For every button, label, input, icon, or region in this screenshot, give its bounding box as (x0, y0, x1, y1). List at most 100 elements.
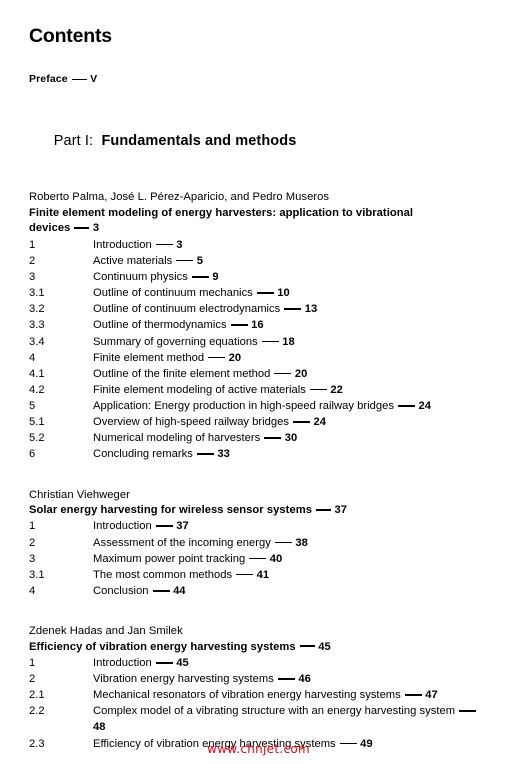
toc-entry-number: 5.1 (29, 416, 45, 429)
toc-entry[interactable]: 2 Assessment of the incoming energy 38 (29, 535, 488, 551)
toc-entry[interactable]: 5.1 Overview of high-speed railway bridge… (29, 414, 488, 430)
separator-dash-icon (274, 372, 292, 375)
toc-entry-page-number: 48 (93, 721, 106, 734)
separator-dash-icon (196, 453, 214, 455)
toc-entry[interactable]: 1 Introduction 3 (29, 237, 488, 253)
toc-entry[interactable]: 1 Introduction 45 (29, 655, 488, 671)
chapter-block: Zdenek Hadas and Jan Smilek Efficiency of… (29, 624, 488, 752)
toc-entry-number: 3 (29, 552, 36, 565)
toc-entry-title: Finite element method 20 (93, 350, 488, 366)
separator-dash-icon (284, 308, 302, 310)
page-title: Contents (29, 25, 112, 47)
toc-entry-number: 2 (29, 536, 36, 549)
toc-entry-title: Assessment of the incoming energy 38 (93, 535, 488, 551)
toc-entry-page-number: 47 (425, 689, 438, 702)
chapter-page-number: 45 (318, 640, 331, 653)
toc-entry-page-number: 40 (269, 552, 283, 565)
separator-dash-icon (256, 292, 274, 294)
toc-page: Contents Preface V Part I: Fundamentals a… (0, 0, 517, 764)
chapter-title-text: Finite element modeling of energy harves… (29, 206, 414, 235)
toc-entry[interactable]: 3.4 Summary of governing equations 18 (29, 334, 488, 350)
toc-entry-title: Finite element modeling of active materi… (93, 382, 488, 398)
toc-entry-page-number: 46 (298, 673, 311, 686)
toc-entry[interactable]: 3.1 Outline of continuum mechanics 10 (29, 285, 488, 301)
toc-entry[interactable]: 3.1 The most common methods 41 (29, 567, 488, 583)
chapter-block: Christian Viehweger Solar energy harvesti… (29, 488, 488, 600)
toc-entry[interactable]: 2.2 Complex model of a vibrating structur… (29, 703, 488, 735)
toc-entry[interactable]: 3 Continuum physics 9 (29, 269, 488, 285)
toc-entry-page-number: 24 (313, 416, 326, 429)
toc-entry-title: Complex model of a vibrating structure w… (93, 703, 488, 735)
toc-entry[interactable]: 5.2 Numerical modeling of harvesters 30 (29, 430, 488, 446)
toc-entry-title: Introduction 3 (93, 237, 488, 253)
toc-entry[interactable]: 1 Introduction 37 (29, 518, 488, 534)
toc-entry-title-text: Finite element method (93, 351, 205, 364)
toc-entry-page-number: 10 (277, 287, 290, 300)
separator-dash-icon (299, 645, 315, 648)
chapter-authors: Zdenek Hadas and Jan Smilek (29, 625, 183, 638)
toc-entry-title: Summary of governing equations 18 (93, 334, 488, 350)
chapter-list: Roberto Palma, José L. Pérez-Aparicio, a… (29, 190, 488, 751)
toc-entry-number: 3.1 (29, 568, 45, 581)
toc-entry-title-text: Maximum power point tracking (93, 552, 246, 565)
toc-entry[interactable]: 6 Concluding remarks 33 (29, 446, 488, 462)
separator-dash-icon (152, 589, 170, 592)
toc-entry-page-number: 24 (418, 400, 431, 413)
toc-entry-title-text: Assessment of the incoming energy (93, 536, 271, 549)
toc-entry-title-text: Application: Energy production in high-s… (93, 400, 394, 413)
watermark: www.chnjet.com (206, 742, 311, 756)
separator-dash-icon (236, 573, 254, 576)
toc-entry-title-text: Outline of continuum mechanics (93, 287, 253, 300)
toc-entry[interactable]: 2 Active materials 5 (29, 253, 488, 269)
toc-entry-number: 5 (29, 400, 36, 413)
toc-entry-page-number: 3 (176, 238, 183, 251)
part-name: Fundamentals and methods (101, 133, 297, 150)
toc-entry-title-text: Introduction (93, 656, 152, 669)
separator-dash-icon (74, 227, 90, 229)
separator-dash-icon (277, 678, 295, 680)
toc-entry-page-number: 16 (251, 319, 264, 332)
toc-entry-page-number: 22 (330, 383, 343, 396)
toc-entry[interactable]: 4.1 Outline of the finite element method 2… (29, 366, 488, 382)
toc-entry[interactable]: 3.3 Outline of thermodynamics 16 (29, 317, 488, 333)
separator-dash-icon (397, 405, 415, 407)
toc-entry[interactable]: 3 Maximum power point tracking 40 (29, 551, 488, 567)
toc-entry-title: Continuum physics 9 (93, 269, 488, 285)
chapter-page-number: 3 (92, 222, 100, 235)
toc-entry[interactable]: 5 Application: Energy production in high-… (29, 398, 488, 414)
toc-entry-title-text: Finite element modeling of active materi… (93, 383, 306, 396)
separator-dash-icon (459, 710, 477, 712)
toc-entry-title-text: Summary of governing equations (93, 335, 258, 348)
separator-dash-icon (230, 324, 248, 326)
chapter-title-text: Solar energy harvesting for wireless sen… (29, 504, 312, 516)
toc-entry-title: The most common methods 41 (93, 567, 488, 583)
toc-entry-number: 4 (29, 584, 36, 597)
toc-entry[interactable]: 3.2 Outline of continuum electrodynamics 1… (29, 301, 488, 317)
chapter-title[interactable]: Efficiency of vibration energy harvestin… (29, 640, 449, 655)
toc-entry[interactable]: 2 Vibration energy harvesting systems 46 (29, 671, 488, 687)
toc-entry-title-text: Outline of continuum electrodynamics (93, 303, 281, 316)
toc-entry-page-number: 30 (284, 432, 298, 445)
separator-dash-icon (155, 525, 173, 527)
toc-entry[interactable]: 4 Conclusion 44 (29, 583, 488, 599)
separator-dash-icon (155, 661, 173, 664)
toc-entry-title-text: Continuum physics (93, 271, 188, 284)
toc-entry-title-text: Complex model of a vibrating structure w… (93, 705, 456, 718)
toc-entry-number: 4 (29, 351, 36, 364)
toc-entry[interactable]: 4.2 Finite element modeling of active mat… (29, 382, 488, 398)
toc-entry-number: 4.2 (29, 383, 45, 396)
chapter-title[interactable]: Finite element modeling of energy harves… (29, 206, 449, 237)
toc-entry-page-number: 37 (176, 520, 189, 533)
chapter-title[interactable]: Solar energy harvesting for wireless sen… (29, 503, 449, 518)
toc-entry-number: 2 (29, 673, 36, 686)
separator-dash-icon (264, 437, 282, 439)
separator-dash-icon (274, 541, 292, 544)
toc-entry-page-number: 44 (173, 584, 186, 597)
toc-entry[interactable]: 4 Finite element method 20 (29, 350, 488, 366)
toc-entry[interactable]: 2.1 Mechanical resonators of vibration en… (29, 687, 488, 703)
toc-entry-title: Active materials 5 (93, 253, 488, 269)
toc-entry-number: 2.1 (29, 689, 45, 702)
toc-entry-title: Application: Energy production in high-s… (93, 398, 488, 414)
toc-entry-title: Introduction 37 (93, 518, 488, 534)
toc-entry-page-number: 20 (294, 367, 308, 380)
